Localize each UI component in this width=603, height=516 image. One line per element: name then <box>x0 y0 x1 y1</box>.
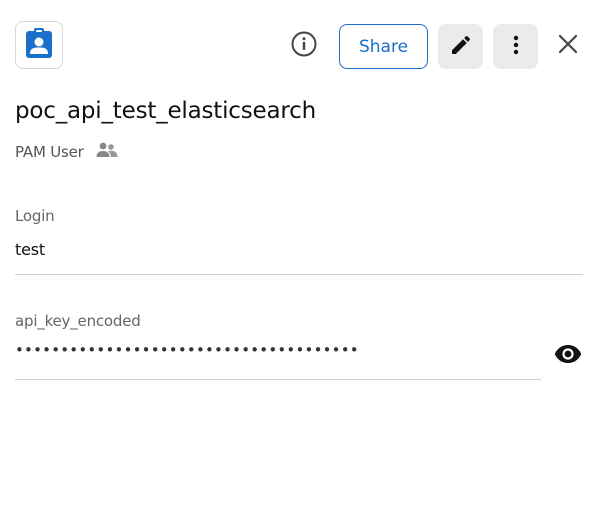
close-button[interactable] <box>552 30 584 62</box>
share-button[interactable]: Share <box>339 24 428 69</box>
edit-button[interactable] <box>438 24 483 69</box>
record-icon-box <box>15 21 63 69</box>
record-type: PAM User <box>15 143 84 161</box>
more-options-button[interactable] <box>493 24 538 69</box>
api-key-masked-value: •••••••••••••••••••••••••••••••••••••• <box>15 341 359 359</box>
close-icon <box>558 34 578 58</box>
info-button[interactable] <box>287 29 321 63</box>
users-icon <box>96 142 118 162</box>
login-value: test <box>15 240 45 259</box>
record-type-row: PAM User <box>15 142 118 162</box>
api-key-label: api_key_encoded <box>15 312 141 330</box>
login-divider <box>15 274 583 275</box>
share-button-label: Share <box>358 36 409 57</box>
login-label: Login <box>15 207 55 225</box>
info-icon <box>291 31 317 61</box>
clipboard-user-icon <box>26 28 52 62</box>
reveal-password-button[interactable] <box>552 342 584 370</box>
api-key-divider <box>15 379 541 380</box>
pencil-icon <box>449 33 473 61</box>
record-detail-panel: Share poc_api_test_elasticsearch PAM Use… <box>0 0 603 516</box>
eye-icon <box>554 344 582 368</box>
vertical-dots-icon <box>504 33 528 61</box>
record-title: poc_api_test_elasticsearch <box>15 98 316 124</box>
